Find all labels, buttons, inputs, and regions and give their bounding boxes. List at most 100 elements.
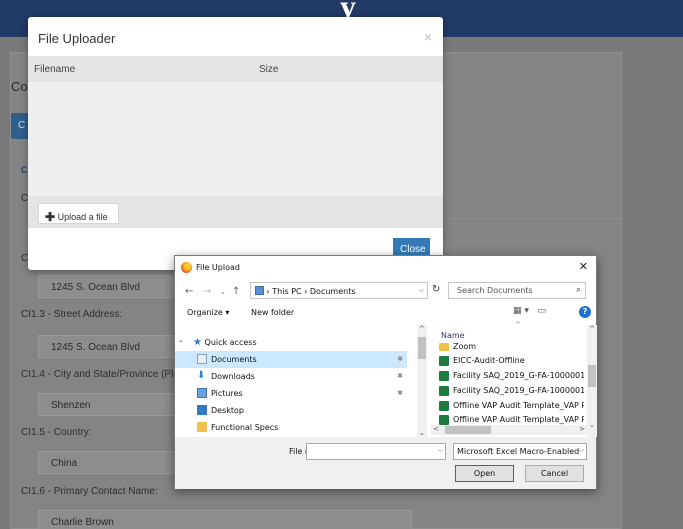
excel-icon bbox=[439, 371, 449, 381]
new-folder-button[interactable]: New folder bbox=[251, 308, 294, 317]
pin-icon[interactable]: ✱ bbox=[397, 389, 403, 397]
scroll-thumb[interactable] bbox=[445, 426, 491, 434]
tree-item-label: Quick access bbox=[204, 338, 257, 347]
column-size: Size bbox=[259, 64, 279, 75]
pictures-icon bbox=[197, 388, 207, 398]
file-item-name: Zoom bbox=[453, 342, 477, 351]
file-item-facility-saq-2[interactable]: Facility SAQ_2019_G-FA-10000013_ bbox=[439, 384, 584, 398]
tree-item-label: Documents bbox=[211, 355, 257, 364]
excel-icon bbox=[439, 356, 449, 366]
column-name[interactable]: Name bbox=[441, 331, 465, 340]
view-options-icon[interactable]: ▦ ▾ ▭ bbox=[513, 306, 546, 316]
upload-file-button[interactable]: ✚ Upload a file bbox=[38, 203, 119, 224]
card-section-label: C bbox=[21, 165, 28, 175]
scroll-thumb[interactable] bbox=[588, 365, 596, 387]
file-item-name: EICC-Audit-Offline bbox=[453, 356, 525, 365]
search-icon: ⌕ bbox=[575, 285, 581, 295]
right-scrollbar[interactable]: ^ ⌄ bbox=[587, 325, 597, 437]
file-item-offline-vap-1[interactable]: Offline VAP Audit Template_VAP Pr bbox=[439, 399, 584, 413]
file-item-eicc[interactable]: EICC-Audit-Offline bbox=[439, 354, 584, 368]
horizontal-scrollbar[interactable]: < > bbox=[431, 425, 587, 435]
file-name-input[interactable]: ⌵ bbox=[306, 443, 446, 460]
excel-icon bbox=[439, 386, 449, 396]
chevron-down-icon[interactable]: ⌵ bbox=[438, 446, 443, 455]
refresh-icon[interactable]: ↻ bbox=[432, 284, 440, 295]
navigation-pane: ⌄ ★ Quick access Documents ✱ ⬇ Downloads… bbox=[175, 325, 429, 437]
close-icon[interactable]: × bbox=[424, 29, 432, 45]
documents-icon bbox=[197, 354, 207, 364]
country-label: CI1.5 - Country: bbox=[21, 427, 92, 438]
tree-item-quick-access[interactable]: ⌄ ★ Quick access bbox=[175, 333, 407, 350]
chevron-down-icon: ⌄ bbox=[178, 336, 184, 344]
back-arrow-icon[interactable]: ← bbox=[185, 286, 193, 297]
dialog-close-icon[interactable]: ✕ bbox=[579, 260, 588, 273]
excel-icon bbox=[439, 415, 449, 425]
left-scrollbar[interactable]: ^ ⌄ bbox=[417, 325, 427, 437]
primary-contact-input[interactable]: Charlie Brown bbox=[38, 510, 412, 529]
primary-contact-label: CI1.6 - Primary Contact Name: bbox=[21, 486, 158, 497]
tree-item-pictures[interactable]: Pictures ✱ bbox=[175, 385, 407, 402]
address-bar[interactable]: › This PC › Documents ⌵ bbox=[250, 282, 428, 299]
chevron-down-icon: ⌵ bbox=[578, 446, 584, 455]
scroll-thumb[interactable] bbox=[418, 337, 426, 359]
address-path: This PC › Documents bbox=[272, 287, 356, 296]
organize-menu[interactable]: Organize ▾ bbox=[187, 308, 229, 317]
city-state-label: CI1.4 - City and State/Province (Pleas bbox=[21, 369, 190, 380]
scroll-up-icon[interactable]: ^ bbox=[589, 325, 595, 333]
forward-arrow-icon[interactable]: → bbox=[203, 286, 211, 297]
file-type-value: Microsoft Excel Macro-Enabled bbox=[457, 447, 580, 456]
search-input[interactable]: Search Documents ⌕ bbox=[448, 282, 586, 299]
scroll-left-icon[interactable]: < bbox=[433, 425, 439, 433]
star-icon: ★ bbox=[193, 337, 202, 348]
address-prefix: › bbox=[266, 287, 270, 296]
column-filename: Filename bbox=[34, 64, 76, 75]
file-item-zoom[interactable]: Zoom bbox=[439, 340, 584, 354]
file-upload-dialog: File Upload ✕ ← → ⌄ ↑ › This PC › Docume… bbox=[174, 255, 597, 489]
tree-item-functional-specs[interactable]: Functional Specs bbox=[175, 419, 407, 436]
street-address-label: CI1.3 - Street Address: bbox=[21, 309, 123, 320]
file-list bbox=[28, 82, 443, 196]
upload-file-label: Upload a file bbox=[57, 212, 108, 222]
file-item-name: Offline VAP Audit Template_VAP Pr bbox=[453, 401, 584, 410]
help-icon[interactable]: ? bbox=[579, 306, 591, 318]
tree-item-label: Downloads bbox=[211, 372, 255, 381]
file-type-select[interactable]: Microsoft Excel Macro-Enabled ⌵ bbox=[453, 443, 587, 460]
tree-item-downloads[interactable]: ⬇ Downloads ✱ bbox=[175, 368, 407, 385]
tree-item-label: Functional Specs bbox=[211, 423, 279, 432]
file-item-name: Facility SAQ_2019_G-FA-10000013_ bbox=[453, 371, 584, 380]
desktop-icon bbox=[197, 405, 207, 415]
file-list-pane: ^ Name Zoom EICC-Audit-Offline Facility … bbox=[431, 321, 597, 437]
scroll-right-icon[interactable]: > bbox=[579, 425, 585, 433]
tree-item-desktop[interactable]: Desktop bbox=[175, 402, 407, 419]
download-icon: ⬇ bbox=[197, 370, 206, 381]
pin-icon[interactable]: ✱ bbox=[397, 372, 403, 380]
sort-icon: ^ bbox=[515, 321, 521, 329]
file-uploader-modal: File Uploader × Filename Size ✚ Upload a… bbox=[28, 17, 443, 270]
up-arrow-icon[interactable]: ↑ bbox=[232, 286, 240, 297]
scroll-down-icon[interactable]: ⌄ bbox=[589, 421, 595, 429]
this-pc-icon bbox=[255, 286, 264, 295]
firefox-icon bbox=[181, 262, 192, 273]
pin-icon[interactable]: ✱ bbox=[397, 355, 403, 363]
file-item-facility-saq-1[interactable]: Facility SAQ_2019_G-FA-10000013_ bbox=[439, 369, 584, 383]
tree-item-documents[interactable]: Documents ✱ bbox=[175, 351, 407, 368]
folder-icon bbox=[439, 343, 449, 351]
cancel-button[interactable]: Cancel bbox=[525, 465, 584, 482]
file-item-name: Facility SAQ_2019_G-FA-10000013_ bbox=[453, 386, 584, 395]
scroll-down-icon[interactable]: ⌄ bbox=[419, 429, 425, 437]
modal-title: File Uploader bbox=[38, 31, 116, 46]
divider bbox=[441, 218, 623, 221]
excel-icon bbox=[439, 401, 449, 411]
open-button[interactable]: Open bbox=[455, 465, 514, 482]
plus-icon: ✚ bbox=[45, 210, 56, 224]
folder-icon bbox=[197, 422, 207, 432]
tree-item-label: Pictures bbox=[211, 389, 243, 398]
file-item-name: Offline VAP Audit Template_VAP Pr bbox=[453, 415, 584, 424]
tree-item-label: Desktop bbox=[211, 406, 244, 415]
recent-dropdown-icon[interactable]: ⌄ bbox=[220, 288, 226, 296]
search-placeholder: Search Documents bbox=[457, 286, 533, 295]
file-table-header: Filename Size bbox=[28, 56, 443, 82]
scroll-up-icon[interactable]: ^ bbox=[419, 325, 425, 333]
chevron-down-icon[interactable]: ⌵ bbox=[419, 286, 424, 295]
dialog-title: File Upload bbox=[196, 263, 240, 272]
